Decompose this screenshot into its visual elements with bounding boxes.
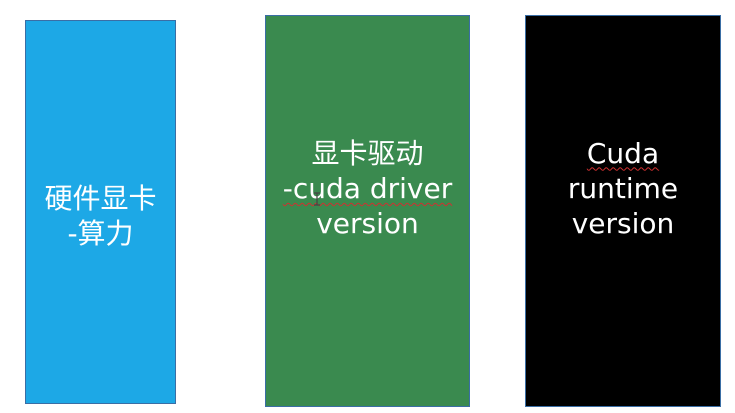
gpu-driver-box: 显卡驱动 -cuda driver version	[265, 15, 470, 407]
box-line: 显卡驱动	[311, 137, 424, 170]
cuda-runtime-label: Cuda runtime version	[568, 136, 678, 241]
box-line: Cuda	[586, 136, 660, 170]
box-line: runtime	[567, 171, 679, 205]
box-line: version	[571, 206, 675, 240]
hardware-gpu-label: 硬件显卡 -算力	[44, 181, 156, 251]
box-line: 硬件显卡	[44, 182, 157, 215]
hardware-gpu-box: 硬件显卡 -算力	[25, 20, 176, 404]
cuda-runtime-box: Cuda runtime version	[525, 15, 721, 407]
gpu-driver-label: 显卡驱动 -cuda driver version	[283, 136, 452, 241]
box-line: -cuda driver	[282, 172, 453, 205]
box-line: -算力	[67, 217, 134, 250]
box-line: version	[316, 207, 419, 240]
slide-canvas: 硬件显卡 -算力 显卡驱动 -cuda driver version Cuda …	[0, 0, 735, 413]
